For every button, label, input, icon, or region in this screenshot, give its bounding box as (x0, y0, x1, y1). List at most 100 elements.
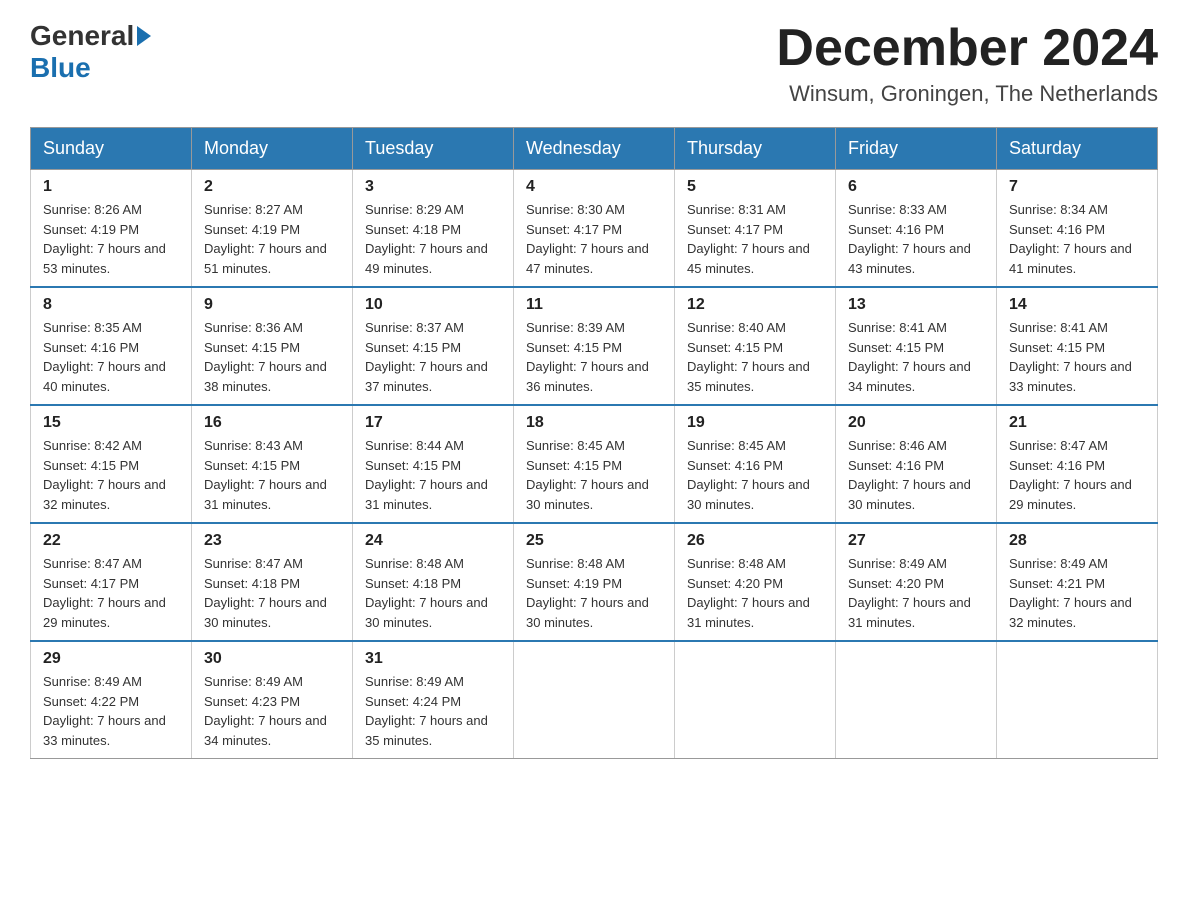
day-number: 5 (687, 178, 823, 196)
calendar-cell: 24Sunrise: 8:48 AMSunset: 4:18 PMDayligh… (353, 523, 514, 641)
day-number: 13 (848, 296, 984, 314)
day-number: 7 (1009, 178, 1145, 196)
day-number: 31 (365, 650, 501, 668)
day-number: 3 (365, 178, 501, 196)
day-info: Sunrise: 8:47 AMSunset: 4:16 PMDaylight:… (1009, 436, 1145, 514)
day-info: Sunrise: 8:35 AMSunset: 4:16 PMDaylight:… (43, 318, 179, 396)
day-info: Sunrise: 8:49 AMSunset: 4:22 PMDaylight:… (43, 672, 179, 750)
weekday-header-monday: Monday (192, 128, 353, 170)
calendar-cell: 23 Sunrise: 8:47 AMSunset: 4:18 PMDayligh… (192, 523, 353, 641)
day-info: Sunrise: 8:47 AMSunset: 4:17 PMDaylight:… (43, 554, 179, 632)
weekday-header-sunday: Sunday (31, 128, 192, 170)
calendar-cell: 15 Sunrise: 8:42 AMSunset: 4:15 PMDayligh… (31, 405, 192, 523)
weekday-header-friday: Friday (836, 128, 997, 170)
day-info: Sunrise: 8:30 AMSunset: 4:17 PMDaylight:… (526, 200, 662, 278)
calendar-cell: 4 Sunrise: 8:30 AMSunset: 4:17 PMDaylight… (514, 170, 675, 288)
calendar-week-row: 8Sunrise: 8:35 AMSunset: 4:16 PMDaylight… (31, 287, 1158, 405)
day-number: 12 (687, 296, 823, 314)
weekday-header-wednesday: Wednesday (514, 128, 675, 170)
day-info: Sunrise: 8:45 AMSunset: 4:15 PMDaylight:… (526, 436, 662, 514)
day-number: 15 (43, 414, 179, 432)
day-info: Sunrise: 8:46 AMSunset: 4:16 PMDaylight:… (848, 436, 984, 514)
day-info: Sunrise: 8:40 AMSunset: 4:15 PMDaylight:… (687, 318, 823, 396)
calendar-cell: 11 Sunrise: 8:39 AMSunset: 4:15 PMDayligh… (514, 287, 675, 405)
calendar-cell: 7 Sunrise: 8:34 AMSunset: 4:16 PMDaylight… (997, 170, 1158, 288)
day-number: 10 (365, 296, 501, 314)
day-number: 16 (204, 414, 340, 432)
day-number: 25 (526, 532, 662, 550)
calendar-cell (997, 641, 1158, 759)
month-title: December 2024 (776, 20, 1158, 77)
day-number: 30 (204, 650, 340, 668)
logo-blue-text: Blue (30, 52, 91, 83)
day-info: Sunrise: 8:48 AMSunset: 4:19 PMDaylight:… (526, 554, 662, 632)
calendar-cell: 10Sunrise: 8:37 AMSunset: 4:15 PMDayligh… (353, 287, 514, 405)
day-number: 6 (848, 178, 984, 196)
day-number: 14 (1009, 296, 1145, 314)
logo-general-text: General (30, 20, 134, 52)
calendar-cell: 20Sunrise: 8:46 AMSunset: 4:16 PMDayligh… (836, 405, 997, 523)
calendar-table: SundayMondayTuesdayWednesdayThursdayFrid… (30, 127, 1158, 759)
day-info: Sunrise: 8:49 AMSunset: 4:20 PMDaylight:… (848, 554, 984, 632)
day-info: Sunrise: 8:47 AMSunset: 4:18 PMDaylight:… (204, 554, 340, 632)
day-info: Sunrise: 8:49 AMSunset: 4:23 PMDaylight:… (204, 672, 340, 750)
weekday-header-row: SundayMondayTuesdayWednesdayThursdayFrid… (31, 128, 1158, 170)
calendar-cell: 25 Sunrise: 8:48 AMSunset: 4:19 PMDayligh… (514, 523, 675, 641)
logo: General Blue (30, 20, 154, 84)
calendar-cell: 22Sunrise: 8:47 AMSunset: 4:17 PMDayligh… (31, 523, 192, 641)
day-number: 2 (204, 178, 340, 196)
calendar-cell: 19Sunrise: 8:45 AMSunset: 4:16 PMDayligh… (675, 405, 836, 523)
day-info: Sunrise: 8:41 AMSunset: 4:15 PMDaylight:… (848, 318, 984, 396)
day-number: 4 (526, 178, 662, 196)
calendar-cell: 1 Sunrise: 8:26 AMSunset: 4:19 PMDaylight… (31, 170, 192, 288)
calendar-cell: 3 Sunrise: 8:29 AMSunset: 4:18 PMDaylight… (353, 170, 514, 288)
day-info: Sunrise: 8:41 AMSunset: 4:15 PMDaylight:… (1009, 318, 1145, 396)
day-info: Sunrise: 8:48 AMSunset: 4:18 PMDaylight:… (365, 554, 501, 632)
day-number: 21 (1009, 414, 1145, 432)
logo-triangle-icon (137, 26, 151, 46)
calendar-cell: 17Sunrise: 8:44 AMSunset: 4:15 PMDayligh… (353, 405, 514, 523)
calendar-cell: 8Sunrise: 8:35 AMSunset: 4:16 PMDaylight… (31, 287, 192, 405)
calendar-cell: 2Sunrise: 8:27 AMSunset: 4:19 PMDaylight… (192, 170, 353, 288)
title-area: December 2024 Winsum, Groningen, The Net… (776, 20, 1158, 107)
day-number: 26 (687, 532, 823, 550)
weekday-header-thursday: Thursday (675, 128, 836, 170)
day-number: 17 (365, 414, 501, 432)
calendar-cell: 27Sunrise: 8:49 AMSunset: 4:20 PMDayligh… (836, 523, 997, 641)
calendar-cell: 21 Sunrise: 8:47 AMSunset: 4:16 PMDayligh… (997, 405, 1158, 523)
day-number: 23 (204, 532, 340, 550)
day-info: Sunrise: 8:49 AMSunset: 4:24 PMDaylight:… (365, 672, 501, 750)
calendar-cell: 9Sunrise: 8:36 AMSunset: 4:15 PMDaylight… (192, 287, 353, 405)
calendar-week-row: 1 Sunrise: 8:26 AMSunset: 4:19 PMDaylight… (31, 170, 1158, 288)
calendar-week-row: 22Sunrise: 8:47 AMSunset: 4:17 PMDayligh… (31, 523, 1158, 641)
calendar-cell: 29Sunrise: 8:49 AMSunset: 4:22 PMDayligh… (31, 641, 192, 759)
calendar-cell: 28Sunrise: 8:49 AMSunset: 4:21 PMDayligh… (997, 523, 1158, 641)
header: General Blue December 2024 Winsum, Groni… (30, 20, 1158, 107)
calendar-cell: 14 Sunrise: 8:41 AMSunset: 4:15 PMDayligh… (997, 287, 1158, 405)
calendar-week-row: 29Sunrise: 8:49 AMSunset: 4:22 PMDayligh… (31, 641, 1158, 759)
location-title: Winsum, Groningen, The Netherlands (776, 81, 1158, 107)
calendar-cell: 13 Sunrise: 8:41 AMSunset: 4:15 PMDayligh… (836, 287, 997, 405)
day-number: 28 (1009, 532, 1145, 550)
calendar-cell: 16 Sunrise: 8:43 AMSunset: 4:15 PMDayligh… (192, 405, 353, 523)
day-info: Sunrise: 8:33 AMSunset: 4:16 PMDaylight:… (848, 200, 984, 278)
day-info: Sunrise: 8:45 AMSunset: 4:16 PMDaylight:… (687, 436, 823, 514)
calendar-cell: 30 Sunrise: 8:49 AMSunset: 4:23 PMDayligh… (192, 641, 353, 759)
day-info: Sunrise: 8:42 AMSunset: 4:15 PMDaylight:… (43, 436, 179, 514)
calendar-cell: 5Sunrise: 8:31 AMSunset: 4:17 PMDaylight… (675, 170, 836, 288)
day-info: Sunrise: 8:26 AMSunset: 4:19 PMDaylight:… (43, 200, 179, 278)
day-info: Sunrise: 8:43 AMSunset: 4:15 PMDaylight:… (204, 436, 340, 514)
weekday-header-saturday: Saturday (997, 128, 1158, 170)
calendar-cell: 6 Sunrise: 8:33 AMSunset: 4:16 PMDaylight… (836, 170, 997, 288)
day-info: Sunrise: 8:34 AMSunset: 4:16 PMDaylight:… (1009, 200, 1145, 278)
day-number: 18 (526, 414, 662, 432)
day-info: Sunrise: 8:36 AMSunset: 4:15 PMDaylight:… (204, 318, 340, 396)
calendar-cell: 31 Sunrise: 8:49 AMSunset: 4:24 PMDayligh… (353, 641, 514, 759)
day-info: Sunrise: 8:29 AMSunset: 4:18 PMDaylight:… (365, 200, 501, 278)
day-info: Sunrise: 8:48 AMSunset: 4:20 PMDaylight:… (687, 554, 823, 632)
day-number: 11 (526, 296, 662, 314)
day-info: Sunrise: 8:39 AMSunset: 4:15 PMDaylight:… (526, 318, 662, 396)
day-number: 1 (43, 178, 179, 196)
calendar-cell (836, 641, 997, 759)
weekday-header-tuesday: Tuesday (353, 128, 514, 170)
